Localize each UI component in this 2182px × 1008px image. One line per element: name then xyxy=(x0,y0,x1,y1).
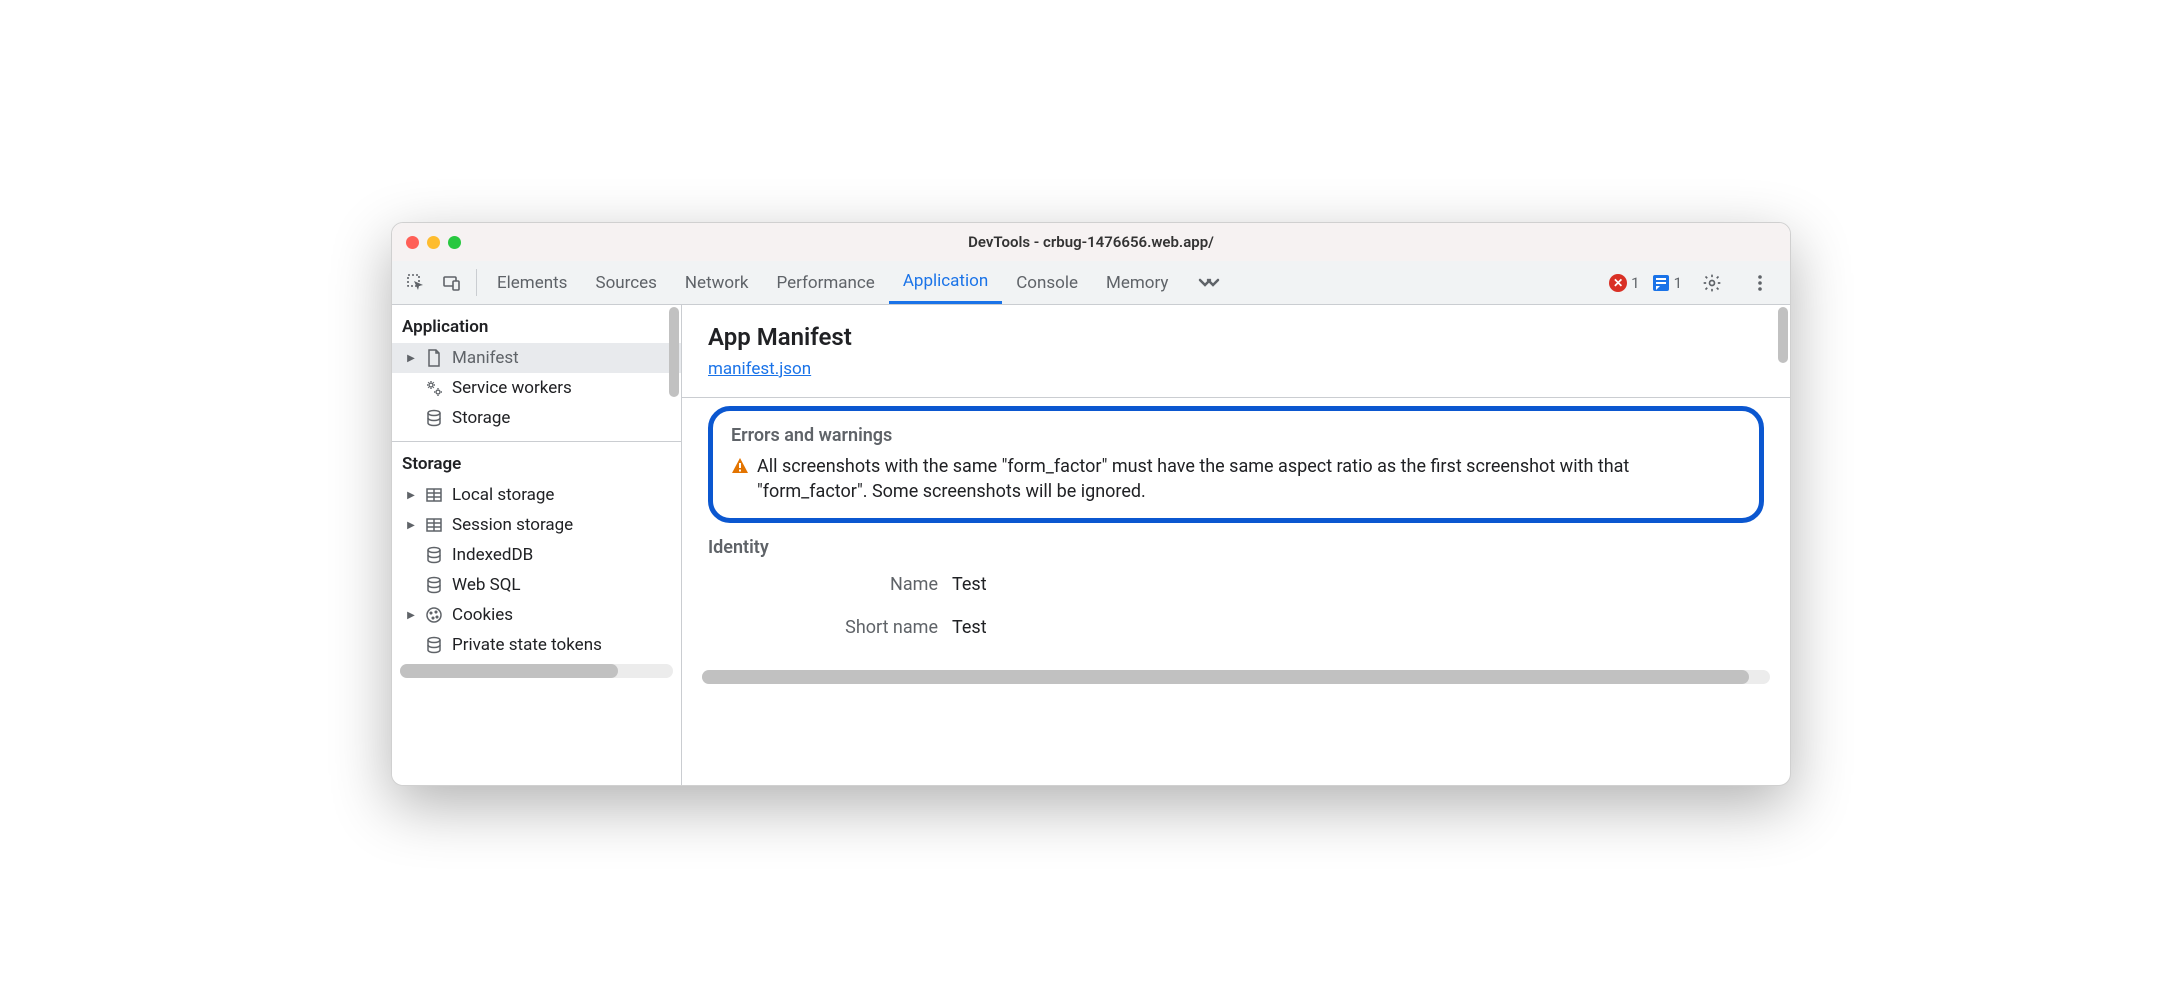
identity-key: Short name xyxy=(708,617,938,638)
sidebar-item-label: Session storage xyxy=(452,515,573,535)
sidebar-item-session-storage[interactable]: ▶ Session storage xyxy=(392,510,681,540)
error-icon: ✕ xyxy=(1609,274,1627,292)
table-icon xyxy=(424,515,444,535)
sidebar-heading-storage: Storage xyxy=(392,442,681,480)
tab-console[interactable]: Console xyxy=(1002,261,1092,304)
sidebar-item-local-storage[interactable]: ▶ Local storage xyxy=(392,480,681,510)
tab-network[interactable]: Network xyxy=(671,261,763,304)
minimize-window-button[interactable] xyxy=(427,236,440,249)
sidebar-item-indexeddb[interactable]: IndexedDB xyxy=(392,540,681,570)
settings-button[interactable] xyxy=(1694,273,1730,293)
page-title: App Manifest xyxy=(708,323,1764,351)
warning-text: All screenshots with the same "form_fact… xyxy=(757,454,1741,504)
main-horizontal-scrollbar[interactable] xyxy=(702,670,1770,684)
manifest-link[interactable]: manifest.json xyxy=(708,359,811,379)
identity-row-name: Name Test xyxy=(708,574,1764,595)
database-icon xyxy=(424,575,444,595)
sidebar-item-service-workers[interactable]: Service workers xyxy=(392,373,681,403)
inspect-element-icon[interactable] xyxy=(398,261,434,304)
tab-elements[interactable]: Elements xyxy=(483,261,581,304)
sidebar-item-label: IndexedDB xyxy=(452,545,533,565)
sidebar-item-label: Local storage xyxy=(452,485,554,505)
chevron-right-icon: ▶ xyxy=(406,520,416,531)
sidebar-horizontal-scrollbar[interactable] xyxy=(400,664,673,678)
database-icon xyxy=(424,408,444,428)
window-title: DevTools - crbug-1476656.web.app/ xyxy=(392,233,1790,251)
titlebar: DevTools - crbug-1476656.web.app/ xyxy=(392,223,1790,261)
error-count: 1 xyxy=(1631,274,1639,292)
more-menu-button[interactable] xyxy=(1742,273,1778,293)
warning-icon xyxy=(731,457,749,475)
panel-tabs: Elements Sources Network Performance App… xyxy=(483,261,1236,304)
errors-warnings-section: Errors and warnings All screenshots with… xyxy=(708,406,1764,523)
main-vertical-scrollbar-thumb[interactable] xyxy=(1778,307,1788,363)
sidebar: Application ▶ Manifest Service workers xyxy=(392,305,682,785)
scrollbar-thumb[interactable] xyxy=(669,307,679,397)
sidebar-item-cookies[interactable]: ▶ Cookies xyxy=(392,600,681,630)
device-toolbar-icon[interactable] xyxy=(434,261,470,304)
cookie-icon xyxy=(424,605,444,625)
tab-performance[interactable]: Performance xyxy=(762,261,888,304)
kebab-icon xyxy=(1750,273,1770,293)
table-icon xyxy=(424,485,444,505)
section-divider xyxy=(682,397,1790,398)
sidebar-item-label: Storage xyxy=(452,408,510,428)
file-icon xyxy=(424,348,444,368)
issues-badge[interactable]: 1 xyxy=(1652,274,1682,292)
sidebar-heading-application: Application xyxy=(392,305,681,343)
sidebar-item-websql[interactable]: Web SQL xyxy=(392,570,681,600)
gear-icon xyxy=(1702,273,1722,293)
scrollbar-thumb[interactable] xyxy=(702,670,1749,684)
identity-key: Name xyxy=(708,574,938,595)
main-toolbar: Elements Sources Network Performance App… xyxy=(392,261,1790,305)
chevron-right-icon: ▶ xyxy=(406,353,416,364)
errors-warnings-title: Errors and warnings xyxy=(731,425,1741,446)
identity-value: Test xyxy=(952,574,987,595)
tab-sources[interactable]: Sources xyxy=(581,261,670,304)
chevron-right-icon: ▶ xyxy=(406,610,416,621)
sidebar-item-storage[interactable]: Storage xyxy=(392,403,681,433)
sidebar-item-label: Private state tokens xyxy=(452,635,602,655)
sidebar-item-label: Web SQL xyxy=(452,575,521,595)
errors-badge[interactable]: ✕ 1 xyxy=(1609,274,1639,292)
identity-row-shortname: Short name Test xyxy=(708,617,1764,638)
close-window-button[interactable] xyxy=(406,236,419,249)
content-area: Application ▶ Manifest Service workers xyxy=(392,305,1790,785)
tab-application[interactable]: Application xyxy=(889,261,1002,304)
sidebar-item-manifest[interactable]: ▶ Manifest xyxy=(392,343,681,373)
gears-icon xyxy=(424,378,444,398)
database-icon xyxy=(424,545,444,565)
toolbar-right: ✕ 1 1 xyxy=(1609,261,1784,304)
scrollbar-thumb[interactable] xyxy=(400,664,618,678)
identity-section-title: Identity xyxy=(708,537,1764,558)
identity-value: Test xyxy=(952,617,987,638)
issue-icon xyxy=(1652,274,1670,292)
sidebar-item-label: Manifest xyxy=(452,348,519,368)
sidebar-item-label: Service workers xyxy=(452,378,572,398)
tabs-overflow-button[interactable] xyxy=(1182,261,1236,304)
devtools-window: DevTools - crbug-1476656.web.app/ Elemen… xyxy=(391,222,1791,786)
sidebar-vertical-scrollbar[interactable] xyxy=(667,305,681,785)
toolbar-divider xyxy=(476,269,477,296)
main-panel: App Manifest manifest.json Errors and wa… xyxy=(682,305,1790,785)
sidebar-item-label: Cookies xyxy=(452,605,513,625)
tab-memory[interactable]: Memory xyxy=(1092,261,1182,304)
sidebar-item-private-state-tokens[interactable]: Private state tokens xyxy=(392,630,681,660)
chevron-right-icon: ▶ xyxy=(406,490,416,501)
maximize-window-button[interactable] xyxy=(448,236,461,249)
database-icon xyxy=(424,635,444,655)
issue-count: 1 xyxy=(1674,274,1682,292)
traffic-lights xyxy=(406,236,461,249)
